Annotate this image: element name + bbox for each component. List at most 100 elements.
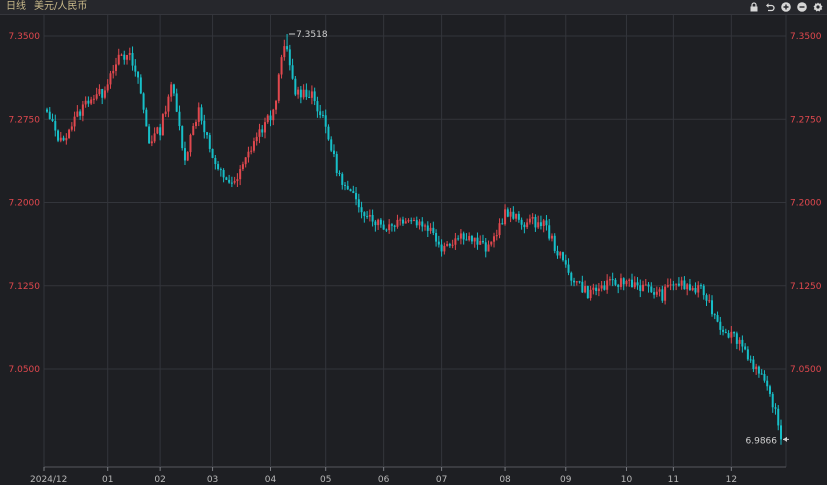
candle-down xyxy=(760,373,763,375)
candle-up xyxy=(302,89,305,98)
x-tick-label: 08 xyxy=(499,475,511,485)
candle-up xyxy=(280,57,283,75)
candle-up xyxy=(454,238,457,245)
candle-up xyxy=(106,84,109,91)
candle-down xyxy=(719,321,722,330)
candle-down xyxy=(214,157,217,165)
candle-down xyxy=(183,148,186,161)
candle-up xyxy=(531,216,534,219)
candle-up xyxy=(266,115,269,123)
candle-up xyxy=(156,127,159,134)
candle-down xyxy=(346,185,349,190)
candle-down xyxy=(567,264,570,273)
candle-up xyxy=(250,150,253,152)
x-tick-label: 11 xyxy=(668,475,679,485)
candle-up xyxy=(98,89,101,95)
candle-up xyxy=(473,237,476,242)
candle-down xyxy=(299,89,302,98)
candle-up xyxy=(413,220,415,222)
zoom-out-icon[interactable] xyxy=(797,2,807,12)
candle-up xyxy=(708,300,711,302)
candle-down xyxy=(432,227,435,233)
candle-down xyxy=(780,425,782,440)
period-label: 日线 xyxy=(6,1,26,12)
candle-down xyxy=(313,91,316,102)
y-tick-label-left: 7.3500 xyxy=(9,32,41,42)
candle-up xyxy=(59,137,62,141)
max-value-label: 7.3518 xyxy=(296,30,328,40)
candle-down xyxy=(683,280,686,290)
candle-up xyxy=(192,126,195,135)
candle-up xyxy=(277,74,280,101)
candle-down xyxy=(520,219,523,225)
candle-down xyxy=(699,285,702,287)
candle-down xyxy=(440,244,443,252)
candle-down xyxy=(647,284,650,287)
candle-up xyxy=(550,235,553,239)
candle-down xyxy=(330,139,333,151)
candle-up xyxy=(592,287,595,290)
candle-up xyxy=(542,220,545,227)
candle-up xyxy=(451,244,454,246)
candle-down xyxy=(435,232,438,242)
candle-down xyxy=(379,219,382,225)
zoom-in-icon[interactable] xyxy=(781,2,791,12)
candle-down xyxy=(548,225,551,239)
candlestick-chart[interactable]: 7.0500 7.1250 7.2000 7.2750 7.3500 7.0500 7.1… xyxy=(0,15,827,485)
candle-up xyxy=(65,138,68,141)
undo-icon[interactable] xyxy=(765,2,775,12)
candle-up xyxy=(244,157,247,165)
candle-up xyxy=(559,252,562,256)
candle-up xyxy=(189,134,192,153)
candle-down xyxy=(357,199,360,208)
candle-down xyxy=(476,237,479,245)
candle-up xyxy=(404,221,407,224)
candle-down xyxy=(749,359,752,361)
candle-down xyxy=(622,278,625,285)
candle-down xyxy=(335,154,338,173)
x-tick-label: 10 xyxy=(621,475,633,485)
candle-down xyxy=(371,214,374,222)
x-tick-label: 06 xyxy=(378,475,390,485)
lock-icon[interactable] xyxy=(749,2,759,12)
candle-up xyxy=(153,133,156,142)
candle-down xyxy=(305,89,308,97)
candle-up xyxy=(263,122,266,133)
candle-down xyxy=(327,126,330,140)
candle-down xyxy=(763,374,766,381)
candle-down xyxy=(650,286,653,293)
candle-down xyxy=(203,120,206,133)
candle-down xyxy=(722,329,725,332)
candle-up xyxy=(675,283,678,285)
y-tick-label-right: 7.1250 xyxy=(790,282,822,292)
candle-up xyxy=(418,221,421,226)
settings-icon[interactable] xyxy=(813,2,823,12)
candle-down xyxy=(338,172,341,174)
candle-down xyxy=(51,118,54,122)
y-tick-label-right: 7.0500 xyxy=(790,365,822,375)
candle-up xyxy=(195,121,198,127)
candle-down xyxy=(401,219,404,224)
candle-down xyxy=(752,359,755,370)
candle-down xyxy=(288,49,291,66)
candle-down xyxy=(636,282,639,286)
candle-up xyxy=(597,288,600,291)
candle-down xyxy=(501,223,504,225)
y-tick-label-left: 7.0500 xyxy=(9,365,41,375)
candle-up xyxy=(487,244,490,252)
candle-down xyxy=(694,287,697,293)
candle-up xyxy=(112,70,115,74)
candle-down xyxy=(344,184,347,186)
symbol-label: 美元/人民币 xyxy=(34,1,88,12)
candle-up xyxy=(589,289,592,299)
candle-down xyxy=(733,331,736,334)
candle-down xyxy=(570,272,573,281)
candle-up xyxy=(161,114,164,136)
candle-up xyxy=(738,339,741,344)
candle-up xyxy=(697,285,700,293)
candle-up xyxy=(81,104,84,116)
candle-down xyxy=(319,111,322,116)
candle-up xyxy=(509,211,512,217)
candles xyxy=(46,34,782,445)
candle-down xyxy=(481,240,484,243)
